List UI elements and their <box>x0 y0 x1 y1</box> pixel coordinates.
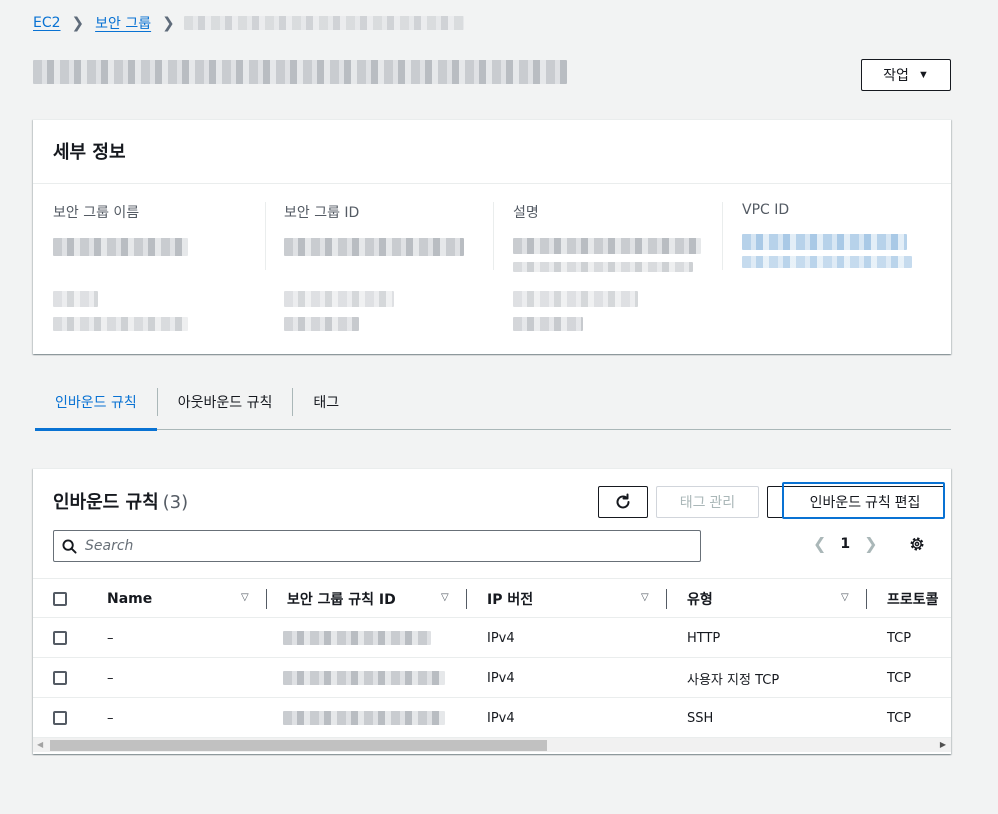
edit-inbound-rules-label: 인바운드 규칙 편집 <box>809 494 921 510</box>
column-divider <box>493 202 494 270</box>
detail-sg-name-value-redacted <box>53 238 188 256</box>
detail-owner-redacted <box>53 291 98 307</box>
cell-protocol: TCP <box>887 710 912 726</box>
sort-caret-icon[interactable]: ▽ <box>841 592 849 603</box>
cell-type: HTTP <box>687 630 721 646</box>
detail-sg-id-value-redacted <box>284 238 464 256</box>
detail-description-value-redacted <box>513 262 693 272</box>
breadcrumb-current-redacted <box>183 16 464 30</box>
cell-rule-id-redacted[interactable] <box>283 711 445 725</box>
breadcrumb: EC2 ❯ 보안 그룹 ❯ <box>33 12 464 34</box>
refresh-button[interactable] <box>598 486 648 518</box>
sort-caret-icon[interactable]: ▽ <box>641 592 649 603</box>
scroll-right-icon[interactable]: ▶ <box>940 740 946 749</box>
cell-rule-id-redacted[interactable] <box>283 631 431 645</box>
column-header-rule-id[interactable]: 보안 그룹 규칙 ID <box>287 579 396 619</box>
horizontal-scrollbar[interactable]: ◀ ▶ <box>33 738 951 752</box>
tab-tags[interactable]: 태그 <box>293 384 359 430</box>
actions-label: 작업 <box>883 67 909 83</box>
detail-sg-name-label: 보안 그룹 이름 <box>53 205 140 221</box>
detail-sg-id-label: 보안 그룹 ID <box>284 205 360 221</box>
tab-inbound-rules[interactable]: 인바운드 규칙 <box>35 384 157 431</box>
row-checkbox[interactable] <box>53 631 67 645</box>
row-checkbox[interactable] <box>53 671 67 685</box>
rules-count: (3) <box>162 492 189 513</box>
current-page[interactable]: 1 <box>840 536 850 552</box>
column-resizer[interactable] <box>666 589 667 609</box>
detail-vpc-id-link-redacted[interactable] <box>742 234 907 250</box>
chevron-right-icon: ❯ <box>71 14 85 32</box>
detail-outbound-count-redacted <box>513 291 638 307</box>
previous-page-icon[interactable]: ❮ <box>813 534 826 553</box>
tab-outbound-rules[interactable]: 아웃바운드 규칙 <box>158 384 293 430</box>
sort-caret-icon[interactable]: ▽ <box>241 592 249 603</box>
details-panel: 세부 정보 보안 그룹 이름 보안 그룹 ID 설명 VPC ID <box>33 119 951 354</box>
cell-protocol: TCP <box>887 670 912 686</box>
column-header-name[interactable]: Name <box>107 579 152 619</box>
cell-name: – <box>107 630 114 646</box>
column-header-protocol[interactable]: 프로토콜 <box>887 579 939 619</box>
detail-inbound-count-redacted <box>284 317 359 331</box>
column-header-type[interactable]: 유형 <box>687 579 713 619</box>
search-box[interactable] <box>53 530 701 562</box>
breadcrumb-ec2-link[interactable]: EC2 <box>33 15 61 31</box>
column-divider <box>722 202 723 270</box>
tab-bar: 인바운드 규칙 아웃바운드 규칙 태그 <box>35 384 951 431</box>
detail-description-label: 설명 <box>513 205 539 221</box>
detail-vpc-id: VPC ID <box>742 202 952 272</box>
detail-inbound-count-redacted <box>284 291 394 307</box>
detail-vpc-id-link-redacted[interactable] <box>742 256 912 268</box>
detail-sg-name: 보안 그룹 이름 <box>53 202 263 260</box>
scrollbar-thumb[interactable] <box>50 740 547 751</box>
cell-name: – <box>107 710 114 726</box>
actions-dropdown-button[interactable]: 작업 ▼ <box>861 59 951 91</box>
table-row[interactable]: – IPv4 SSH TCP <box>33 698 951 738</box>
cell-ip-version: IPv4 <box>487 670 515 686</box>
detail-owner-redacted <box>53 317 188 331</box>
next-page-icon[interactable]: ❯ <box>864 534 877 553</box>
column-divider <box>265 202 266 270</box>
column-header-ip-version[interactable]: IP 버전 <box>487 579 533 619</box>
detail-outbound-count-redacted <box>513 317 583 331</box>
cell-type: 사용자 지정 TCP <box>687 672 780 688</box>
cell-ip-version: IPv4 <box>487 630 515 646</box>
pagination: ❮ 1 ❯ <box>813 534 878 553</box>
sort-caret-icon[interactable]: ▽ <box>441 592 449 603</box>
scroll-left-icon[interactable]: ◀ <box>37 740 43 749</box>
rules-title: 인바운드 규칙 (3) <box>53 488 188 514</box>
refresh-icon <box>616 493 630 509</box>
manage-tags-button[interactable]: 태그 관리 <box>656 486 759 518</box>
column-resizer[interactable] <box>866 589 867 609</box>
cell-ip-version: IPv4 <box>487 710 515 726</box>
page-title-redacted <box>33 60 567 84</box>
search-input[interactable] <box>85 538 645 554</box>
detail-description-value-redacted <box>513 238 701 254</box>
cell-rule-id-redacted[interactable] <box>283 671 445 685</box>
cell-type: SSH <box>687 710 714 726</box>
rules-title-text: 인바운드 규칙 <box>53 492 159 513</box>
details-title: 세부 정보 <box>33 120 951 184</box>
edit-inbound-rules-button[interactable]: 인바운드 규칙 편집 <box>767 486 945 518</box>
detail-description: 설명 <box>513 202 723 276</box>
column-resizer[interactable] <box>466 589 467 609</box>
rules-table: Name ▽ 보안 그룹 규칙 ID ▽ IP 버전 ▽ 유형 ▽ 프로토콜 –… <box>33 578 951 738</box>
table-row[interactable]: – IPv4 HTTP TCP <box>33 618 951 658</box>
breadcrumb-security-groups-link[interactable]: 보안 그룹 <box>95 13 151 33</box>
table-row[interactable]: – IPv4 사용자 지정 TCP TCP <box>33 658 951 698</box>
inbound-rules-panel: 인바운드 규칙(3) 태그 관리 인바운드 규칙 편집 ❮ 1 ❯ Name ▽ <box>33 468 951 754</box>
detail-vpc-id-label: VPC ID <box>742 202 790 218</box>
column-resizer[interactable] <box>266 589 267 609</box>
caret-down-icon: ▼ <box>917 69 929 81</box>
search-icon <box>62 538 77 554</box>
row-checkbox[interactable] <box>53 711 67 725</box>
cell-name: – <box>107 670 114 686</box>
detail-sg-id: 보안 그룹 ID <box>284 202 494 260</box>
cell-protocol: TCP <box>887 630 912 646</box>
select-all-checkbox[interactable] <box>53 592 67 606</box>
chevron-right-icon: ❯ <box>162 14 175 32</box>
table-header: Name ▽ 보안 그룹 규칙 ID ▽ IP 버전 ▽ 유형 ▽ 프로토콜 <box>33 578 951 618</box>
gear-icon[interactable] <box>908 535 926 553</box>
